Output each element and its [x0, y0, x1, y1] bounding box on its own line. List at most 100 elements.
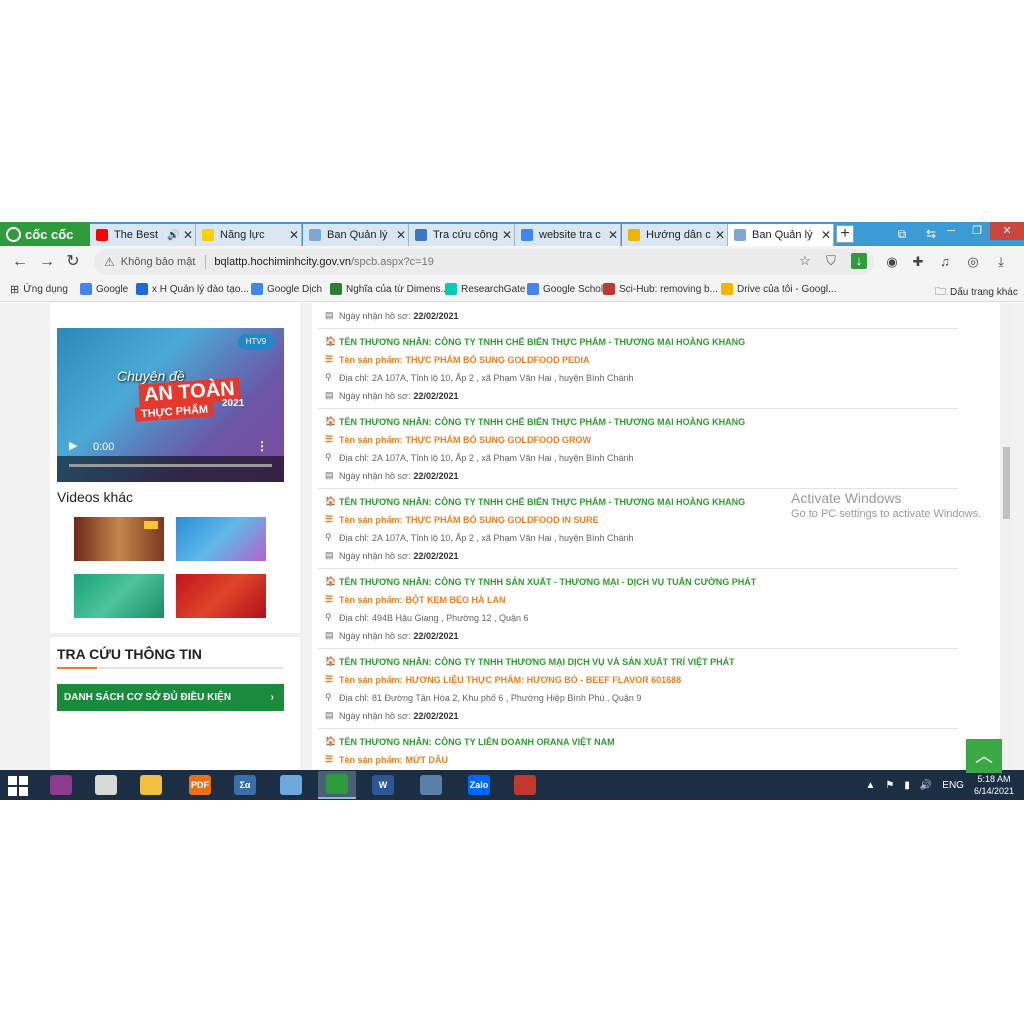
reload-icon[interactable]: ↻ — [63, 252, 83, 272]
tab-close-icon[interactable]: ✕ — [394, 228, 408, 242]
taskbar-app[interactable] — [87, 771, 125, 799]
bookmark-label: ResearchGate — [461, 283, 526, 295]
tab-close-icon[interactable]: ✕ — [500, 228, 514, 242]
download-tray-icon[interactable]: ⤓ — [993, 254, 1009, 270]
clock[interactable]: 5:18 AM 6/14/2021 — [974, 773, 1014, 797]
taskbar-app[interactable] — [318, 771, 356, 799]
taskbar-app[interactable] — [42, 771, 80, 799]
calendar-icon: ▤ — [325, 550, 334, 560]
bookmark-star-icon[interactable]: ☆ — [797, 253, 813, 269]
map-marker-icon: ⚲ — [325, 692, 332, 702]
play-icon[interactable]: ▶ — [69, 439, 77, 452]
video-thumbnail[interactable] — [74, 517, 164, 561]
record-item[interactable]: 🏠 TÊN THƯƠNG NHÂN: CÔNG TY TNHH SẢN XUẤT -… — [318, 569, 958, 649]
browser-tab[interactable]: Năng lực ✕ — [196, 224, 302, 246]
taskbar-app[interactable] — [412, 771, 450, 799]
browser-logo[interactable]: cốc cốc — [0, 222, 90, 246]
volume-icon[interactable]: 🔊 — [920, 780, 932, 791]
music-note-icon[interactable]: ♫ — [937, 254, 953, 270]
taskbar-app[interactable] — [132, 771, 170, 799]
section-divider — [50, 633, 300, 637]
maximize-icon[interactable]: ❐ — [964, 222, 990, 240]
list-icon: ☰ — [325, 674, 334, 684]
language-indicator[interactable]: ENG — [942, 780, 964, 791]
shield-icon[interactable]: ⛉ — [823, 253, 839, 269]
back-to-top-button[interactable]: ︿ — [966, 739, 1002, 773]
screen-capture-icon[interactable]: ⧉ — [893, 225, 911, 243]
bookmark-item[interactable]: x H Quản lý đào tạo... — [136, 283, 249, 295]
browser-tab[interactable]: The Best 🔊 ✕ — [90, 224, 196, 246]
new-tab-button[interactable]: + — [836, 225, 854, 243]
chrome-extension-icon[interactable]: ◉ — [884, 254, 900, 270]
record-product-prefix: Tên sản phẩm: — [339, 514, 403, 525]
tab-close-icon[interactable]: ✕ — [181, 228, 195, 242]
scrollbar-thumb[interactable] — [1003, 447, 1010, 519]
tab-close-icon[interactable]: ✕ — [819, 228, 833, 242]
taskbar-app[interactable] — [272, 771, 310, 799]
download-icon[interactable]: ↓ — [851, 253, 867, 269]
taskbar-app[interactable]: Zalo — [460, 771, 498, 799]
taskbar-app[interactable]: Σα — [226, 771, 264, 799]
record-item[interactable]: 🏠 TÊN THƯƠNG NHÂN: CÔNG TY TNHH THƯƠNG MẠI… — [318, 649, 958, 729]
bookmark-item[interactable]: Google — [80, 283, 128, 295]
audio-playing-icon[interactable]: 🔊 — [167, 230, 181, 241]
browser-tab[interactable]: Tra cứu công ✕ — [409, 224, 515, 246]
bookmark-item[interactable]: Google Dịch — [251, 283, 322, 295]
video-player[interactable]: HTV9 Chuyên đề AN TOÀN THỰC PHẨM 2021 ▶ … — [57, 328, 284, 482]
back-icon[interactable]: ← — [10, 252, 30, 272]
record-item[interactable]: 🏠 TÊN THƯƠNG NHÂN: CÔNG TY TNHH CHẾ BIẾN T… — [318, 329, 958, 409]
qualified-list-button[interactable]: DANH SÁCH CƠ SỞ ĐỦ ĐIỀU KIỆN › — [57, 684, 284, 711]
record-date: ▤ Ngày nhận hồ sơ: 22/02/2021 — [325, 630, 459, 641]
forward-icon[interactable]: → — [37, 252, 57, 272]
record-item[interactable]: 🏠 TÊN THƯƠNG NHÂN: CÔNG TY LIÊN DOANH ORAN… — [318, 729, 958, 770]
flag-icon[interactable]: ⚑ — [885, 780, 894, 791]
record-date-prefix: Ngày nhận hồ sơ: — [339, 710, 411, 721]
record-date-prefix: Ngày nhận hồ sơ: — [339, 470, 411, 481]
tab-close-icon[interactable]: ✕ — [713, 228, 727, 242]
profile-icon[interactable]: ◎ — [965, 254, 981, 270]
bookmark-item[interactable]: Sci-Hub: removing b... — [603, 283, 718, 295]
windows-start-icon[interactable] — [8, 776, 28, 796]
tray-overflow-icon[interactable]: ▲ — [865, 780, 875, 791]
record-item[interactable]: ▤ Ngày nhận hồ sơ: 22/02/2021 — [318, 303, 958, 329]
browser-tab[interactable]: Hướng dẫn c ✕ — [622, 224, 728, 246]
bookmark-favicon-icon — [603, 283, 615, 295]
taskbar-app[interactable]: W — [364, 771, 402, 799]
taskbar-app[interactable] — [506, 771, 544, 799]
video-thumbnail[interactable] — [176, 517, 266, 561]
battery-icon[interactable]: ▮ — [904, 780, 910, 791]
minimize-icon[interactable]: ─ — [938, 222, 964, 240]
more-options-icon[interactable]: ⋮ — [256, 439, 268, 453]
browser-tab[interactable]: Ban Quản lý ✕ — [728, 224, 834, 246]
video-progress-bar[interactable] — [69, 464, 272, 467]
puzzle-extensions-icon[interactable]: ✚ — [910, 254, 926, 270]
record-address-value: 81 Đường Tân Hòa 2, Khu phố 6 , Phường H… — [372, 692, 642, 703]
scrollbar[interactable] — [1000, 303, 1012, 770]
window-close-icon[interactable]: ✕ — [990, 222, 1024, 240]
browser-tab[interactable]: Ban Quản lý ✕ — [303, 224, 409, 246]
bookmark-item[interactable]: Google Scholar — [527, 283, 612, 295]
record-item[interactable]: 🏠 TÊN THƯƠNG NHÂN: CÔNG TY TNHH CHẾ BIẾN T… — [318, 409, 958, 489]
tab-close-icon[interactable]: ✕ — [287, 228, 301, 242]
sidebar: HTV9 Chuyên đề AN TOÀN THỰC PHẨM 2021 ▶ … — [50, 303, 300, 770]
bookmark-other[interactable]: 🗀 Dấu trang khác — [935, 283, 1018, 302]
record-date-value: 22/02/2021 — [413, 710, 459, 721]
tab-close-icon[interactable]: ✕ — [606, 228, 620, 242]
url-path: /spcb.aspx?c=19 — [350, 256, 434, 268]
tab-label: Ban Quản lý — [327, 229, 388, 241]
browser-tab[interactable]: website tra c ✕ — [515, 224, 621, 246]
url-host: bqlattp.hochiminhcity.gov.vn — [214, 256, 351, 268]
record-date-prefix: Ngày nhận hồ sơ: — [339, 630, 411, 641]
record-merchant: 🏠 TÊN THƯƠNG NHÂN: CÔNG TY LIÊN DOANH ORAN… — [325, 736, 615, 747]
bookmark-apps[interactable]: ⊞ Ứng dụng — [10, 283, 68, 296]
bookmark-item[interactable]: ResearchGate — [445, 283, 525, 295]
bookmark-item[interactable]: Nghĩa của từ Dimens... — [330, 283, 449, 295]
zalo-icon: Zalo — [468, 775, 490, 795]
taskbar-app[interactable]: PDF — [181, 771, 219, 799]
video-thumbnail[interactable] — [74, 574, 164, 618]
bookmark-item[interactable]: Drive của tôi - Googl... — [721, 283, 836, 295]
video-thumbnail[interactable] — [176, 574, 266, 618]
qualified-list-label: DANH SÁCH CƠ SỞ ĐỦ ĐIỀU KIỆN — [64, 692, 232, 703]
record-product: ☰ Tên sản phẩm: HƯƠNG LIỆU THỰC PHẨM: HƯƠN… — [325, 674, 681, 685]
address-bar[interactable]: ⚠ Không bảo mật bqlattp.hochiminhcity.go… — [94, 249, 874, 275]
